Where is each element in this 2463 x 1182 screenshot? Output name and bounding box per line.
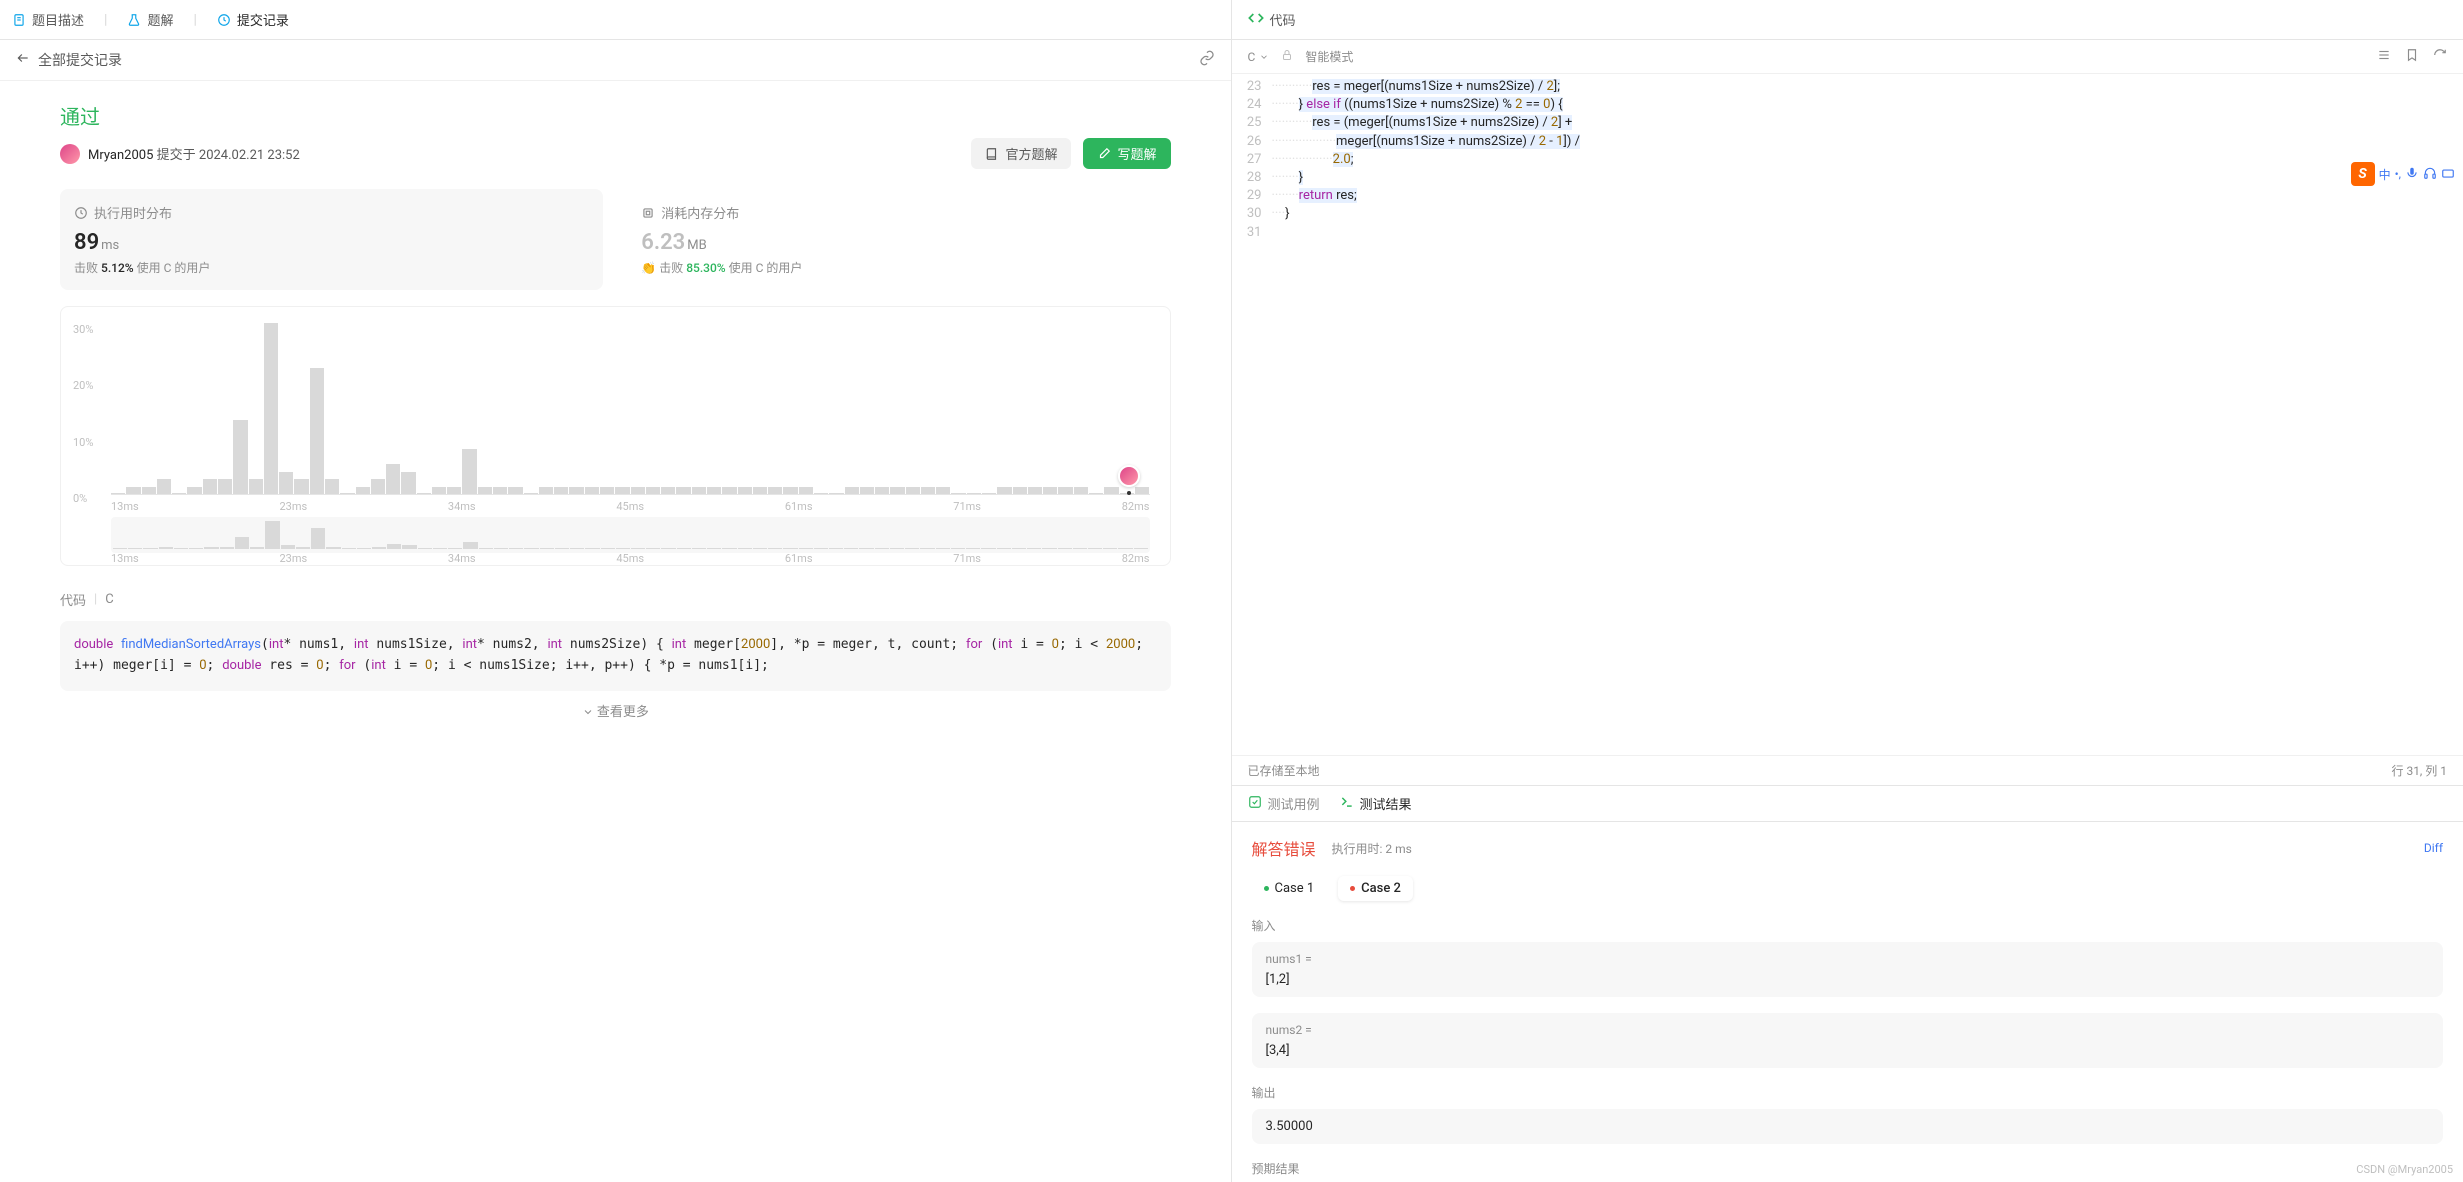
keyboard-icon[interactable] — [2441, 166, 2455, 183]
flask-icon — [127, 13, 141, 27]
output-label: 输出 — [1252, 1084, 2444, 1101]
history-icon — [217, 13, 231, 27]
floating-toolbar[interactable]: S 中 •, — [2349, 160, 2457, 188]
tab-testresult[interactable]: 测试结果 — [1340, 794, 1412, 813]
document-icon — [12, 13, 26, 27]
expected-label: 预期结果 — [1252, 1160, 2444, 1177]
tab-description-label: 题目描述 — [32, 10, 84, 29]
sogou-logo-icon[interactable]: S — [2351, 162, 2375, 186]
mode-label[interactable]: 智能模式 — [1305, 48, 1353, 65]
left-tabs: 题目描述 | 题解 | 提交记录 — [0, 0, 1231, 40]
write-solution-button[interactable]: 写题解 — [1083, 138, 1170, 169]
memory-card[interactable]: 消耗内存分布 6.23MB 👏 击败 85.30% 使用 C 的用户 — [627, 189, 1170, 290]
watermark: CSDN @Mryan2005 — [2356, 1163, 2453, 1176]
username-link[interactable]: Mryan2005 — [88, 148, 153, 163]
chevron-down-icon — [1259, 52, 1269, 62]
dots-icon[interactable]: •, — [2395, 167, 2401, 181]
edit-icon — [1097, 147, 1111, 161]
cursor-position: 行 31, 列 1 — [2391, 762, 2447, 779]
tab-testcase[interactable]: 测试用例 — [1248, 794, 1320, 813]
arrow-left-icon — [16, 51, 30, 69]
chevron-down-icon — [582, 706, 594, 718]
input-nums2: nums2 = [3,4] — [1252, 1013, 2444, 1068]
code-section-label: 代码 — [60, 590, 86, 609]
bookmark-icon[interactable] — [2405, 48, 2419, 65]
back-button[interactable]: 全部提交记录 — [16, 50, 122, 70]
chart-minimap[interactable] — [111, 517, 1150, 553]
submitted-code: double findMedianSortedArrays(int* nums1… — [60, 621, 1171, 691]
save-status: 已存储至本地 — [1248, 762, 1320, 779]
runtime-card[interactable]: 执行用时分布 89ms 击败 5.12% 使用 C 的用户 — [60, 189, 603, 290]
runtime-value: 89 — [74, 230, 99, 255]
clock-icon — [74, 206, 88, 220]
status-accepted: 通过 — [60, 101, 1171, 130]
code-editor[interactable]: 23············res = meger[(nums1Size + n… — [1232, 74, 2463, 755]
code-lang-label: C — [105, 592, 113, 607]
result-status: 解答错误 — [1252, 836, 1316, 860]
view-more-button[interactable]: 查看更多 — [60, 691, 1171, 730]
tab-solution[interactable]: 题解 — [127, 2, 173, 37]
language-selector[interactable]: C — [1248, 50, 1270, 64]
output-value: 3.50000 — [1252, 1109, 2444, 1144]
terminal-icon — [1340, 795, 1354, 813]
back-label: 全部提交记录 — [38, 50, 122, 70]
memory-value: 6.23 — [641, 230, 685, 255]
tab-submissions[interactable]: 提交记录 — [217, 2, 289, 37]
input-nums1: nums1 = [1,2] — [1252, 942, 2444, 997]
lock-icon[interactable] — [1281, 49, 1293, 64]
official-solution-button[interactable]: 官方题解 — [971, 138, 1071, 169]
headphone-icon[interactable] — [2423, 166, 2437, 183]
tab-code[interactable]: 代码 — [1248, 10, 1296, 30]
mic-icon[interactable] — [2405, 166, 2419, 183]
diff-button[interactable]: Diff — [2424, 841, 2443, 855]
tab-solution-label: 题解 — [147, 10, 173, 29]
check-square-icon — [1248, 795, 1262, 813]
memory-beats: 85.30% — [686, 261, 725, 275]
result-runtime: 执行用时: 2 ms — [1332, 840, 1412, 857]
tab-description[interactable]: 题目描述 — [12, 2, 84, 37]
user-marker — [1118, 465, 1140, 487]
code-icon — [1248, 10, 1264, 30]
tab-submissions-label: 提交记录 — [237, 10, 289, 29]
case-1-tab[interactable]: Case 1 — [1252, 876, 1327, 901]
book-icon — [985, 147, 999, 161]
runtime-beats: 5.12% — [101, 261, 134, 275]
reset-icon[interactable] — [2433, 48, 2447, 65]
input-label: 输入 — [1252, 917, 2444, 934]
link-icon[interactable] — [1199, 50, 1215, 70]
memory-icon — [641, 206, 655, 220]
avatar[interactable] — [60, 144, 80, 164]
runtime-chart: 30%20%10%0% 13ms23ms34ms45ms61ms71ms82ms… — [60, 306, 1171, 566]
submitted-time: 2024.02.21 23:52 — [199, 148, 300, 163]
list-icon[interactable] — [2377, 48, 2391, 65]
case-2-tab[interactable]: Case 2 — [1338, 876, 1413, 901]
